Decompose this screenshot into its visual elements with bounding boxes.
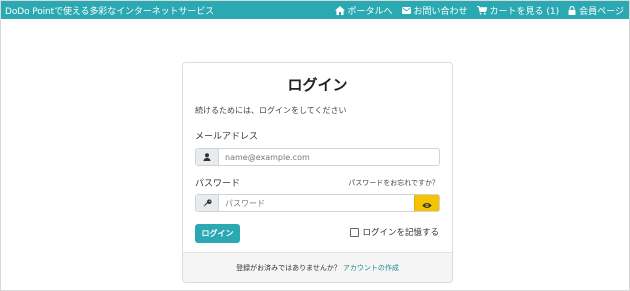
email-input[interactable]: [219, 149, 439, 165]
nav-cart-link[interactable]: カートを見る (1): [476, 4, 560, 17]
remember-me-label: ログインを記憶する: [362, 228, 439, 238]
email-label: メールアドレス: [195, 132, 259, 142]
brand-tagline[interactable]: DoDo Pointで使える多彩なインターネットサービス: [5, 4, 214, 17]
cart-icon: [476, 5, 487, 15]
home-icon: [334, 5, 345, 15]
register-footer: 登録がお済みではありませんか？ アカウントの作成: [183, 252, 452, 282]
login-card: ログイン 続けるためには、ログインをしてください メールアドレス パスワード パ…: [182, 62, 453, 283]
envelope-icon: [401, 6, 411, 14]
nav-portal-label: ポータルへ: [347, 6, 393, 17]
top-nav: ポータルへ お問い合わせ カートを見る (1) 会員ページ: [334, 4, 624, 17]
eye-icon: [422, 194, 432, 213]
toggle-password-visibility-button[interactable]: [414, 195, 439, 211]
password-input-group: [195, 194, 440, 212]
password-label: パスワード: [195, 179, 241, 189]
password-input[interactable]: [219, 195, 414, 211]
login-lead-text: 続けるためには、ログインをしてください: [195, 106, 347, 115]
nav-cart-label: カートを見る (1): [489, 6, 560, 17]
remember-me-checkbox[interactable]: [350, 227, 360, 237]
user-icon: [196, 149, 219, 165]
key-icon: [196, 195, 219, 211]
email-input-group: [195, 148, 440, 166]
login-submit-button[interactable]: ログイン: [195, 224, 240, 243]
nav-portal-link[interactable]: ポータルへ: [334, 4, 393, 17]
remember-me-option[interactable]: ログインを記憶する: [350, 226, 439, 238]
nav-member-link[interactable]: 会員ページ: [568, 4, 624, 17]
login-title: ログイン: [287, 76, 348, 94]
forgot-password-link[interactable]: パスワードをお忘れですか？: [348, 178, 439, 188]
top-navbar: DoDo Pointで使える多彩なインターネットサービス ポータルへ お問い合わ…: [1, 1, 629, 19]
nav-contact-label: お問い合わせ: [413, 6, 468, 17]
nav-contact-link[interactable]: お問い合わせ: [401, 4, 468, 17]
register-prompt-text: 登録がお済みではありませんか？: [236, 263, 341, 272]
nav-member-label: 会員ページ: [579, 6, 624, 17]
lock-icon: [568, 5, 576, 15]
create-account-link[interactable]: アカウントの作成: [343, 263, 399, 273]
